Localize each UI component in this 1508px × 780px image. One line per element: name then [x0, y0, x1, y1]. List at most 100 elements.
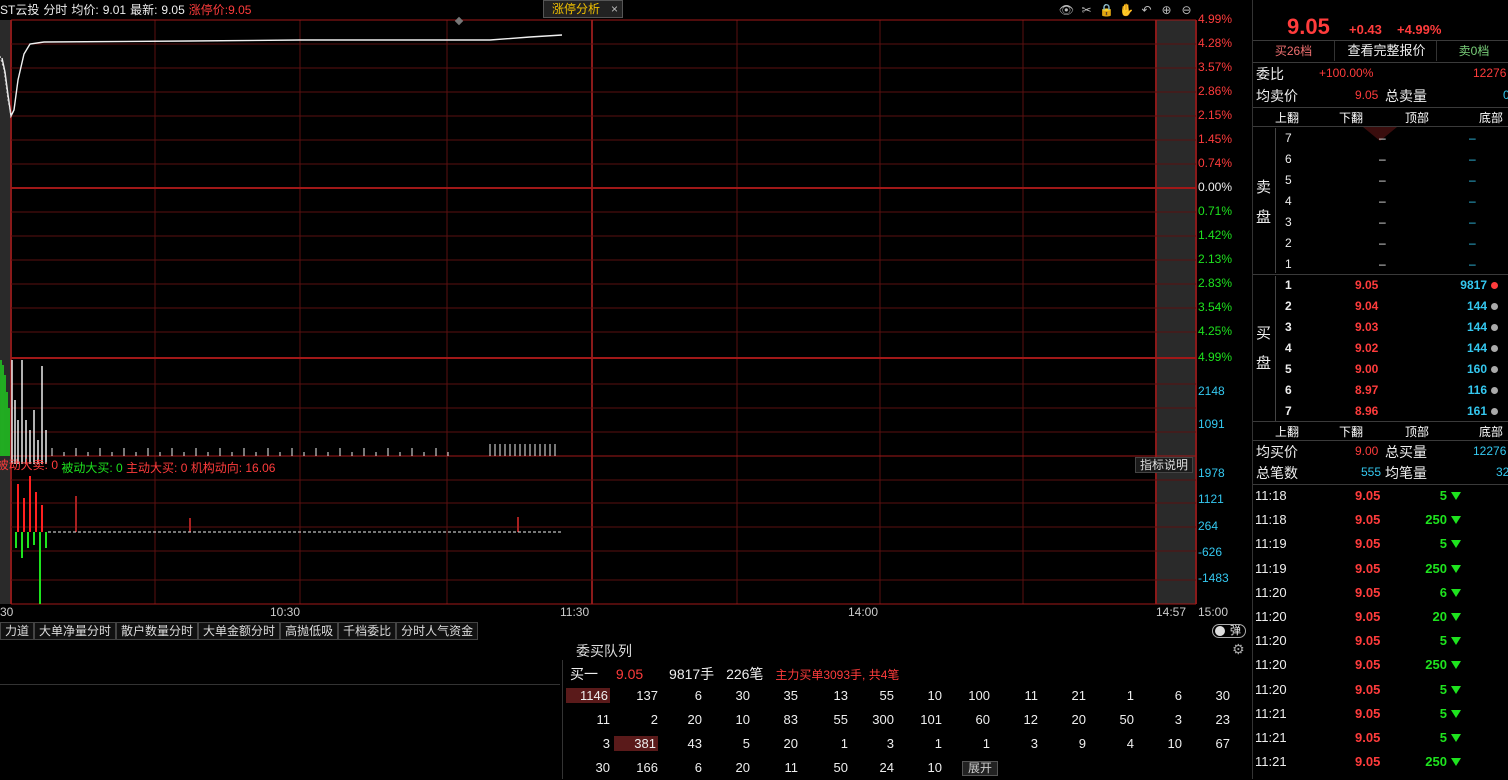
tab-label: 涨停分析 — [552, 2, 601, 16]
queue-cell: 20 — [1071, 712, 1086, 727]
queue-cell: 20 — [687, 712, 702, 727]
nav-2[interactable]: 顶部 — [1405, 109, 1429, 126]
indicator-axis-label: 1121 — [1198, 492, 1224, 506]
queue-cell: 4 — [1126, 736, 1134, 751]
status-dot-icon — [1491, 282, 1498, 289]
undo-icon[interactable]: ↶ — [1138, 2, 1155, 18]
total-sell-value: 0 — [1503, 88, 1508, 102]
queue-cell: 30 — [735, 688, 750, 703]
sell-level-v: – — [1469, 173, 1476, 187]
queue-cell: 11 — [596, 712, 611, 727]
lock-icon[interactable]: 🔒 — [1098, 2, 1115, 18]
sell-levels-button[interactable]: 卖0档 — [1439, 41, 1508, 61]
queue-cell: 381 — [614, 736, 658, 751]
full-quote-button[interactable]: 查看完整报价 — [1337, 41, 1437, 61]
down-arrow-icon — [1451, 734, 1461, 742]
nav-2[interactable]: 顶部 — [1405, 423, 1429, 440]
price-axis-label: 4.25% — [1198, 324, 1233, 338]
expand-button[interactable]: 展开 — [962, 761, 998, 776]
zoom-in-icon[interactable]: ⊕ — [1158, 2, 1175, 18]
sell-level-n: 4 — [1285, 194, 1292, 208]
queue-cell: 5 — [742, 736, 750, 751]
tick-p: 9.05 — [1355, 488, 1381, 503]
price-axis-label: 2.86% — [1198, 84, 1233, 98]
buy-level-p: 9.03 — [1355, 320, 1379, 334]
queue-cell: 12 — [1023, 712, 1038, 727]
sell-level-p: – — [1379, 152, 1386, 166]
queue-cell: 9 — [1078, 736, 1086, 751]
buy-level-v: 116 — [1467, 383, 1487, 397]
price-axis-label: 2.15% — [1198, 108, 1233, 122]
hand-icon[interactable]: ✋ — [1118, 2, 1135, 18]
time-axis-label: 14:57 — [1156, 605, 1187, 619]
intraday-chart[interactable] — [0, 0, 1250, 622]
total-sell-label: 总卖量 — [1385, 88, 1427, 104]
wb-value: +100.00% — [1319, 66, 1374, 80]
divider — [562, 660, 563, 779]
tick-v: 6 — [1439, 584, 1447, 600]
queue-cell: 30 — [1215, 688, 1230, 703]
indicator-axis-label: 264 — [1198, 519, 1219, 533]
buy-levels-button[interactable]: 买26档 — [1253, 41, 1335, 61]
tab-limit-analysis[interactable]: 涨停分析 × — [543, 0, 623, 18]
quote-row: 9.05 +0.43 +4.99% — [1253, 14, 1508, 40]
sell-label-2: 盘 — [1256, 209, 1272, 226]
nav-3[interactable]: 底部 — [1479, 109, 1503, 126]
tab-4[interactable]: 高抛低吸 — [280, 622, 339, 640]
indicator-axis-label: 1978 — [1198, 466, 1225, 480]
down-arrow-icon — [1451, 564, 1461, 573]
tick-t: 11:20 — [1255, 657, 1287, 673]
sell-level-v: – — [1469, 194, 1476, 208]
tab-1[interactable]: 大单净量分时 — [34, 622, 117, 640]
tab-5[interactable]: 千档委比 — [338, 622, 397, 640]
buy-level-n: 7 — [1285, 404, 1292, 418]
count-row: 总笔数 555 均笔量 32 — [1253, 463, 1508, 483]
nav-3[interactable]: 底部 — [1479, 423, 1503, 440]
status-dot-icon — [1491, 324, 1498, 331]
tick-v: 250 — [1425, 560, 1447, 576]
nav-0[interactable]: 上翻 — [1275, 109, 1299, 126]
queue-cell: 60 — [975, 712, 990, 727]
avg-label: 均价: — [71, 3, 99, 17]
nav-1[interactable]: 下翻 — [1339, 109, 1363, 126]
time-axis-label: 10:30 — [270, 605, 301, 619]
tab-2[interactable]: 散户数量分时 — [116, 622, 199, 640]
nav-0[interactable]: 上翻 — [1275, 423, 1299, 440]
queue-head-label: 买一 — [570, 666, 598, 682]
price-axis-label: 3.57% — [1198, 60, 1233, 74]
avg-sell-row: 均卖价 9.05 总卖量 0 — [1253, 86, 1508, 106]
buy-level-n: 2 — [1285, 299, 1292, 313]
queue-cell: 50 — [1119, 712, 1134, 727]
down-arrow-icon — [1451, 685, 1461, 694]
avg-sell-label: 均卖价 — [1256, 88, 1298, 104]
tab-3[interactable]: 大单金额分时 — [198, 622, 281, 640]
queue-head: 买一 9.05 9817手 226笔 主力买单3093手, 共4笔 — [570, 664, 899, 684]
tick-p: 9.05 — [1355, 609, 1381, 624]
tick-t: 11:18 — [1255, 512, 1287, 528]
price-axis-label: 1.45% — [1198, 132, 1233, 146]
queue-cell: 55 — [833, 712, 848, 727]
sell-level-n: 1 — [1285, 257, 1292, 271]
tab-6[interactable]: 分时人气资金 — [396, 622, 479, 640]
wb-label: 委比 — [1256, 66, 1284, 82]
zoom-out-icon[interactable]: ⊖ — [1178, 2, 1195, 18]
divider — [0, 684, 560, 685]
tick-v: 5 — [1439, 705, 1447, 721]
tick-p: 9.05 — [1355, 512, 1381, 528]
popup-toggle[interactable]: 弹 — [1212, 624, 1246, 638]
eye-icon[interactable]: 👁 — [1058, 2, 1075, 18]
close-icon[interactable]: × — [611, 1, 618, 17]
gear-icon[interactable]: ⚙ — [1232, 641, 1245, 658]
buy-level-n: 6 — [1285, 383, 1292, 397]
sell-level-v: – — [1469, 152, 1476, 166]
tick-p: 9.05 — [1355, 705, 1381, 721]
queue-cell: 6 — [1174, 688, 1182, 703]
sell-level-p: – — [1379, 194, 1386, 208]
limit-value: 9.05 — [228, 3, 252, 17]
indicator-help-button[interactable]: 指标说明 — [1135, 457, 1193, 473]
scissors-icon[interactable]: ✂ — [1078, 2, 1095, 18]
tab-0[interactable]: 力道 — [0, 622, 35, 640]
down-arrow-icon — [1451, 516, 1461, 525]
queue-head-price: 9.05 — [615, 666, 644, 682]
nav-1[interactable]: 下翻 — [1339, 423, 1363, 440]
